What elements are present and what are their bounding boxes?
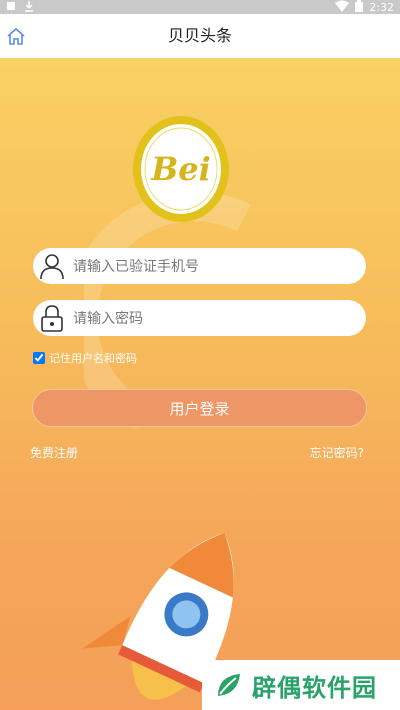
logo-text: Bei (150, 150, 211, 188)
app-bar: 贝贝头条 (0, 14, 400, 59)
password-input[interactable] (71, 300, 355, 338)
leaf-logo-icon (218, 674, 240, 696)
remember-label: 记住用户名和密码 (49, 352, 137, 365)
register-link[interactable]: 免费注册 (30, 444, 78, 461)
page-title: 贝贝头条 (167, 26, 232, 45)
remember-option[interactable]: 记住用户名和密码 (33, 350, 137, 366)
user-icon (39, 252, 65, 280)
status-time: 2:32 (369, 0, 394, 14)
watermark-text: 辟偶软件园 (252, 673, 377, 702)
phone-field[interactable] (33, 248, 366, 286)
forgot-password-link[interactable]: 忘记密码? (310, 444, 364, 461)
watermark-badge: 辟偶软件园 (202, 660, 400, 710)
login-button[interactable]: 用户登录 (32, 389, 367, 427)
phone-input[interactable] (71, 248, 355, 286)
remember-checkbox[interactable] (33, 352, 45, 364)
battery-icon (355, 0, 364, 15)
lock-icon (39, 304, 65, 332)
wifi-icon (335, 0, 350, 15)
password-field[interactable] (33, 300, 366, 338)
download-icon (24, 0, 34, 15)
bei-logo: Bei (133, 116, 229, 222)
login-screen: Bei 记住用户名和密码 用户登录 免费注册 忘记密码? (0, 58, 400, 710)
notification-icon (6, 1, 16, 14)
status-bar: 2:32 (0, 0, 400, 14)
